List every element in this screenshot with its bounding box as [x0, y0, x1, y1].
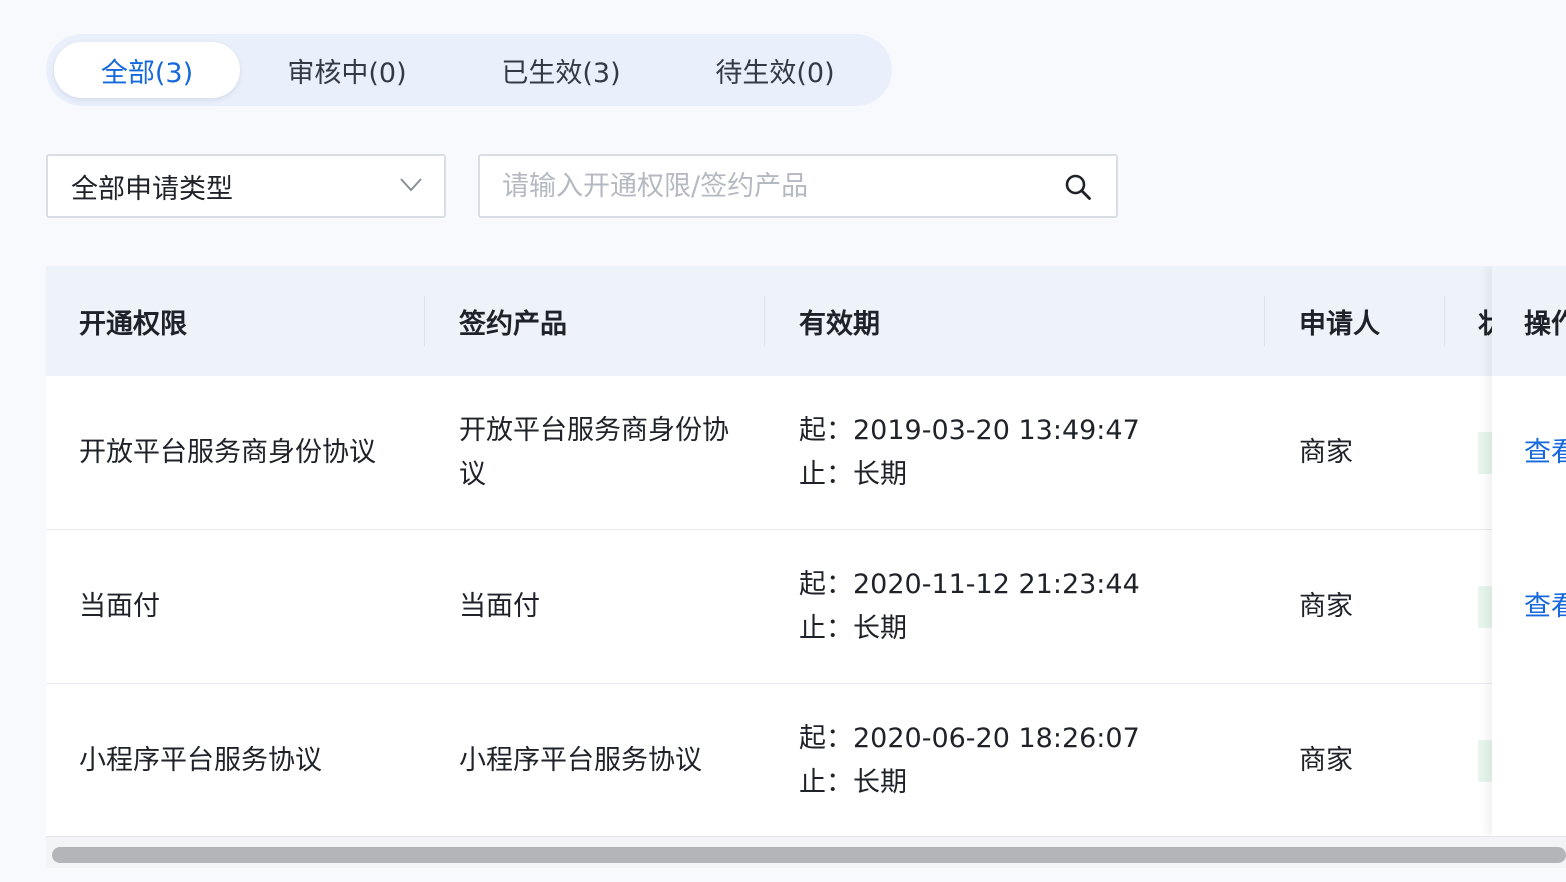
application-type-value: 全部申请类型 — [71, 173, 233, 205]
validity-end: 止：长期 — [799, 613, 907, 644]
cell-permission: 开放平台服务商身份协议 — [79, 437, 376, 468]
cell-validity: 起：2020-06-20 18:26:07 止：长期 — [799, 684, 1219, 838]
header-divider — [764, 296, 765, 346]
table-row: 小程序平台服务协议 小程序平台服务协议 起：2020-06-20 18:26:0… — [46, 684, 1566, 838]
table-row: 当面付 当面付 起：2020-11-12 21:23:44 止：长期 商家 — [46, 530, 1566, 684]
validity-start: 起：2020-06-20 18:26:07 — [799, 723, 1140, 754]
permissions-table: 开通权限 签约产品 有效期 申请人 状 开放平台服务商身份协议 开放平台服务商身… — [46, 266, 1566, 868]
tab-pending[interactable]: 待生效(0) — [668, 42, 882, 98]
search-input[interactable] — [502, 156, 1042, 216]
header-operation: 操作 — [1524, 308, 1566, 340]
cell-product: 小程序平台服务协议 — [459, 745, 702, 776]
cell-product: 开放平台服务商身份协议 — [459, 415, 729, 490]
header-divider — [1264, 296, 1265, 346]
tab-reviewing[interactable]: 审核中(0) — [240, 42, 454, 98]
validity-start: 起：2019-03-20 13:49:47 — [799, 415, 1140, 446]
tab-effective[interactable]: 已生效(3) — [454, 42, 668, 98]
search-icon[interactable] — [1064, 173, 1092, 201]
validity-end: 止：长期 — [799, 459, 907, 490]
tab-all[interactable]: 全部(3) — [54, 42, 240, 98]
status-badge — [1478, 586, 1492, 628]
table-row: 开放平台服务商身份协议 开放平台服务商身份协议 起：2019-03-20 13:… — [46, 376, 1566, 530]
scrollbar-thumb[interactable] — [52, 847, 1566, 863]
status-badge — [1478, 432, 1492, 474]
operation-column: 操作 查看 查看 — [1492, 266, 1566, 836]
application-type-select[interactable]: 全部申请类型 — [46, 154, 446, 218]
cell-validity: 起：2019-03-20 13:49:47 止：长期 — [799, 376, 1219, 530]
page: 全部(3) 审核中(0) 已生效(3) 待生效(0) 全部申请类型 开通权限 签… — [0, 0, 1566, 882]
header-divider — [424, 296, 425, 346]
header-applicant: 申请人 — [1299, 308, 1380, 340]
cell-applicant: 商家 — [1299, 745, 1353, 776]
cell-permission: 小程序平台服务协议 — [79, 745, 322, 776]
validity-end: 止：长期 — [799, 767, 907, 798]
header-permission: 开通权限 — [79, 308, 187, 340]
table-header: 开通权限 签约产品 有效期 申请人 状 — [46, 266, 1566, 376]
chevron-down-icon — [400, 178, 422, 192]
validity-start: 起：2020-11-12 21:23:44 — [799, 569, 1140, 600]
cell-validity: 起：2020-11-12 21:23:44 止：长期 — [799, 530, 1219, 684]
search-box — [478, 154, 1118, 218]
status-badge — [1478, 740, 1492, 782]
horizontal-scrollbar[interactable] — [46, 836, 1566, 868]
cell-applicant: 商家 — [1299, 437, 1353, 468]
cell-permission: 当面付 — [79, 591, 160, 622]
cell-applicant: 商家 — [1299, 591, 1353, 622]
view-link[interactable]: 查看 — [1524, 585, 1566, 629]
header-divider — [1444, 296, 1445, 346]
view-link[interactable]: 查看 — [1524, 431, 1566, 475]
header-validity: 有效期 — [799, 308, 880, 340]
status-tabs: 全部(3) 审核中(0) 已生效(3) 待生效(0) — [46, 34, 892, 106]
cell-product: 当面付 — [459, 591, 540, 622]
header-product: 签约产品 — [459, 308, 567, 340]
